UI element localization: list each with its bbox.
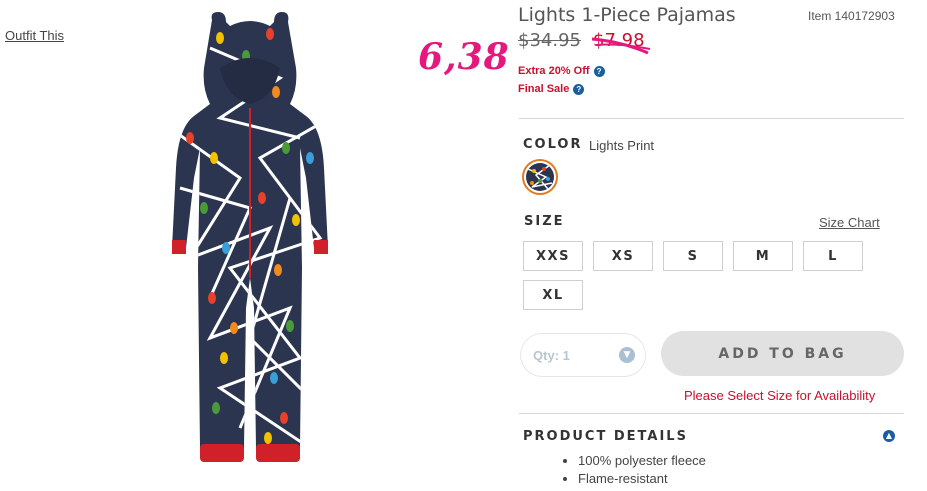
handwritten-strike-mark bbox=[591, 37, 651, 55]
product-title: Lights 1-Piece Pajamas bbox=[518, 4, 736, 26]
promo-extra-off: Extra 20% Off ? bbox=[518, 65, 605, 77]
question-icon[interactable]: ? bbox=[573, 83, 585, 95]
size-option-xl[interactable]: XL bbox=[523, 280, 583, 310]
color-value: Lights Print bbox=[589, 138, 655, 153]
size-option-s[interactable]: S bbox=[663, 241, 723, 271]
quantity-value: Qty: 1 bbox=[533, 347, 570, 363]
availability-message: Please Select Size for Availability bbox=[684, 388, 876, 403]
handwritten-price-annotation: 6,38 bbox=[418, 36, 510, 78]
question-icon[interactable]: ? bbox=[593, 65, 605, 77]
size-option-m[interactable]: M bbox=[733, 241, 793, 271]
size-option-xxs[interactable]: XXS bbox=[523, 241, 583, 271]
list-item: 100% polyester fleece bbox=[578, 452, 706, 470]
product-image bbox=[150, 8, 350, 470]
product-details-list: 100% polyester fleece Flame-resistant bbox=[561, 452, 706, 488]
size-chart-link[interactable]: Size Chart bbox=[819, 215, 880, 230]
divider bbox=[519, 413, 904, 414]
add-to-bag-button[interactable]: ADD TO BAG bbox=[661, 331, 904, 376]
outfit-this-link[interactable]: Outfit This bbox=[5, 28, 64, 43]
chevron-down-icon: ▼ bbox=[619, 347, 635, 363]
size-option-xs[interactable]: XS bbox=[593, 241, 653, 271]
promo-extra-off-label: Extra 20% Off bbox=[518, 65, 590, 77]
size-label: SIZE bbox=[524, 214, 565, 229]
chevron-up-icon[interactable]: ▲ bbox=[883, 430, 895, 442]
original-price: $34.95 bbox=[518, 30, 581, 51]
promo-final-sale-label: Final Sale bbox=[518, 83, 570, 95]
color-swatch-lights-print[interactable] bbox=[522, 159, 558, 195]
color-label: COLOR bbox=[523, 137, 583, 152]
divider bbox=[519, 118, 904, 119]
product-details-heading[interactable]: PRODUCT DETAILS bbox=[523, 429, 688, 444]
size-option-l[interactable]: L bbox=[803, 241, 863, 271]
list-item: Flame-resistant bbox=[578, 470, 706, 488]
item-number: Item 140172903 bbox=[808, 9, 895, 23]
quantity-select[interactable]: Qty: 1 ▼ bbox=[520, 333, 646, 377]
promo-final-sale: Final Sale ? bbox=[518, 83, 585, 95]
